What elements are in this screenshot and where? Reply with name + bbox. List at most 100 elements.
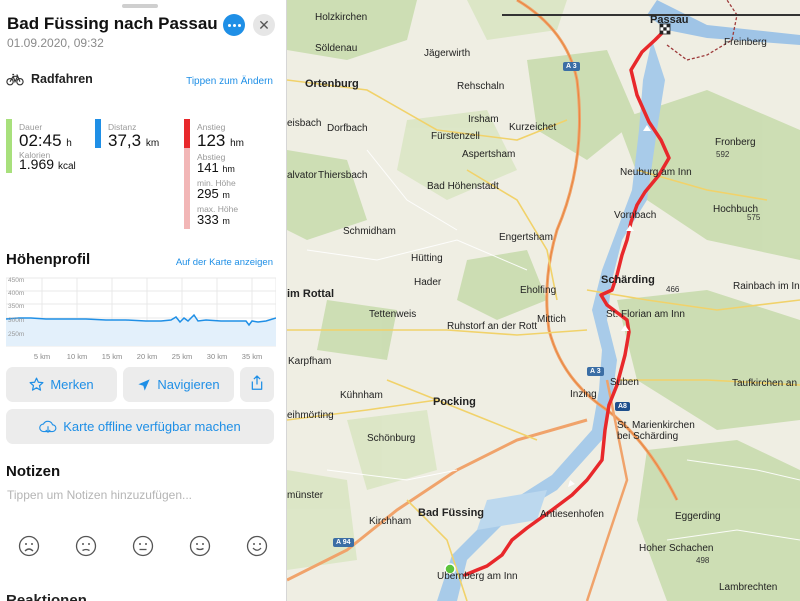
distance-bar [95, 119, 101, 148]
activity-mode[interactable]: Radfahren [6, 70, 93, 88]
map-elevation-label: 575 [747, 213, 761, 222]
duration-bar [6, 119, 12, 173]
map-place-label: Thiersbach [318, 170, 368, 181]
map-view[interactable]: Holzkirchen Passau Söldenau Jägerwirth F… [287, 0, 800, 601]
ascent-value: 123 hm [197, 131, 245, 150]
x-tick: 30 km [207, 352, 227, 361]
map-place-label: Antiesenhofen [540, 509, 604, 520]
map-place-label: Hader [414, 277, 442, 288]
neutral-face-icon[interactable] [132, 535, 154, 557]
navigate-label: Navigieren [157, 377, 220, 392]
map-place-label: Kühnham [340, 390, 383, 401]
stat-ascent: Anstieg 123 hm Abstieg 141 hm min. Höhe … [184, 119, 279, 231]
ellipsis-icon [227, 23, 231, 27]
notes-title: Notizen [6, 463, 61, 480]
map-place-label: Kirchham [369, 516, 412, 527]
map-elevation-label: 466 [666, 285, 680, 294]
map-place-label: Tettenweis [369, 309, 417, 320]
close-button[interactable]: ✕ [253, 14, 275, 36]
map-place-label: Mittich [537, 314, 566, 325]
y-tick: 450m [8, 277, 24, 284]
close-icon: ✕ [258, 17, 270, 33]
offline-map-button[interactable]: Karte offline verfügbar machen [6, 409, 274, 444]
reactions-title: Reaktionen [6, 592, 87, 601]
x-tick: 10 km [67, 352, 87, 361]
map-place-label: Vornbach [614, 210, 657, 221]
cloud-download-icon [39, 420, 57, 434]
map-place-label: Holzkirchen [315, 12, 368, 23]
change-mode-link[interactable]: Tippen zum Ändern [186, 76, 273, 87]
map-place-label: Irsham [468, 114, 499, 125]
very-sad-face-icon[interactable] [18, 535, 40, 557]
very-happy-face-icon[interactable] [246, 535, 268, 557]
bookmark-button[interactable]: Merken [6, 367, 117, 402]
map-place-label: Schärding [601, 274, 655, 286]
calories-value: 1.969 kcal [19, 156, 76, 172]
map-elevation-label: 592 [716, 150, 730, 159]
navigation-arrow-icon [137, 378, 151, 392]
x-tick: 15 km [102, 352, 122, 361]
x-tick: 5 km [34, 352, 50, 361]
map-place-label: Dorfbach [327, 123, 368, 134]
distance-value: 37,3 km [108, 131, 160, 150]
descent-value: 141 hm [197, 160, 235, 175]
map-place-label: Eggerding [675, 511, 721, 522]
descent-bar [184, 148, 190, 229]
route-title: Bad Füssing nach Passau [7, 14, 218, 33]
more-options-button[interactable] [223, 14, 245, 36]
map-place-label: Aspertsham [462, 149, 516, 160]
duration-value: 02:45 h [19, 131, 72, 150]
map-place-label: Pocking [433, 396, 476, 408]
map-place-label: Söldenau [315, 43, 358, 54]
map-place-label: Lambrechten [719, 582, 778, 593]
map-place-label: Bad Höhenstadt [427, 181, 499, 192]
share-icon [250, 375, 264, 394]
sad-face-icon[interactable] [75, 535, 97, 557]
share-button[interactable] [240, 367, 274, 402]
notes-input[interactable]: Tippen um Notizen hinzuzufügen... [7, 488, 192, 502]
map-place-label: Engertsham [499, 232, 553, 243]
map-place-label: Passau [650, 14, 689, 26]
map-place-label: Jägerwirth [424, 48, 471, 59]
drag-handle[interactable] [122, 4, 158, 8]
max-height-value: 333 m [197, 212, 230, 227]
map-place-label: Bad Füssing [418, 507, 485, 519]
x-tick: 35 km [242, 352, 262, 361]
show-on-map-link[interactable]: Auf der Karte anzeigen [176, 257, 273, 268]
happy-face-icon[interactable] [189, 535, 211, 557]
map-place-label: Hoher Schachen [639, 543, 714, 554]
bookmark-label: Merken [50, 377, 94, 392]
rating-faces [18, 535, 268, 557]
map-place-label: Freinberg [724, 37, 767, 48]
x-tick: 25 km [172, 352, 192, 361]
map-place-label: alvator [287, 170, 318, 181]
activity-mode-label: Radfahren [31, 72, 93, 86]
map-place-label: eisbach [287, 118, 322, 129]
map-place-label: Hütting [411, 253, 443, 264]
map-place-label: Ubernberg am Inn [437, 571, 518, 582]
map-place-label: im Rottal [287, 288, 335, 300]
map-place-label: eihmörting [287, 410, 334, 421]
map-place-label: Schmidham [343, 226, 396, 237]
map-place-label: Karpfham [288, 356, 332, 367]
map-place-label: St. Florian am Inn [606, 309, 685, 320]
map-place-label: Schönburg [367, 433, 416, 444]
navigate-button[interactable]: Navigieren [123, 367, 234, 402]
y-tick: 350m [8, 303, 24, 310]
map-place-label: Eholfing [520, 285, 557, 296]
map-place-label: Fürstenzell [431, 131, 480, 142]
map-place-label: Taufkirchen an der [732, 378, 800, 389]
star-icon [29, 377, 44, 392]
map-place-label: Kurzeichet [509, 122, 557, 133]
y-tick: 300m [8, 317, 24, 324]
map-place-label: Inzing [570, 389, 597, 400]
map-place-label: St. Marienkirchen bei Schärding [617, 420, 695, 442]
map-place-label: Suben [610, 377, 639, 388]
elevation-profile-chart[interactable]: 450m 400m 350m 300m 250m 5 km 10 km 15 k… [5, 277, 277, 365]
y-tick: 250m [8, 331, 24, 338]
map-place-label: Rehschaln [457, 81, 505, 92]
map-place-label: Ortenburg [305, 78, 359, 90]
route-date: 01.09.2020, 09:32 [7, 36, 104, 50]
stat-distance: Distanz 37,3 km [95, 119, 175, 153]
map-place-label: Fronberg [715, 137, 756, 148]
